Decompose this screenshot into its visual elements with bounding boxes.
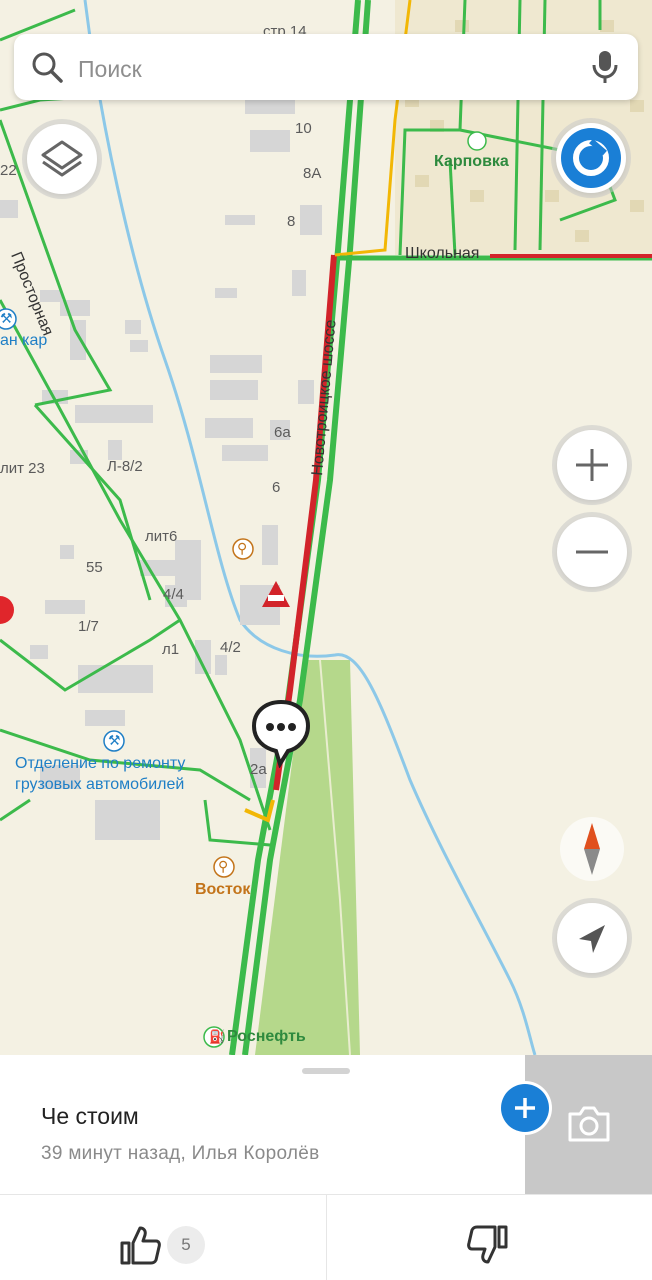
building-label: лит6 <box>145 528 178 545</box>
building-label: 55 <box>86 559 103 576</box>
fork-knife-icon: ⚲ <box>218 858 229 874</box>
assistant-icon <box>561 128 621 188</box>
minus-icon <box>576 550 608 554</box>
building-label: л1 <box>162 641 180 658</box>
like-count-badge: 5 <box>167 1226 205 1264</box>
post-title: Че стоим <box>41 1103 139 1129</box>
search-bar[interactable]: Поиск <box>14 34 638 100</box>
drag-handle[interactable] <box>302 1068 350 1074</box>
poi-label-truck-repair[interactable]: Отделение по ремонту <box>15 756 185 772</box>
plus-icon <box>515 1098 535 1118</box>
add-photo-button[interactable] <box>501 1084 549 1132</box>
building-label: 4/4 <box>163 586 184 603</box>
poi-label-truck-repair-line2[interactable]: грузовых автомобилей <box>15 777 184 793</box>
layers-button[interactable] <box>27 124 97 194</box>
compass-icon <box>584 823 600 875</box>
navigation-arrow-icon <box>579 925 605 953</box>
layers-icon <box>41 140 83 177</box>
street-label-shkolnaya: Школьная <box>405 245 480 262</box>
building-label: 10 <box>295 120 312 137</box>
my-location-button[interactable] <box>557 903 627 973</box>
building-label: 8А <box>303 165 322 182</box>
zoom-in-button[interactable] <box>557 430 627 500</box>
building-label: 6 <box>272 479 281 496</box>
post-meta: 39 минут назад, Илья Королёв <box>41 1143 320 1164</box>
map-view[interactable]: ⚲ ⚲ ⚒ ⚒ ⛽ стр 14 10 8А 8 22 Просторная К… <box>0 0 652 1055</box>
assistant-button[interactable] <box>556 123 626 193</box>
building-label: 4/2 <box>220 639 241 656</box>
wrench-icon: ⚒ <box>108 732 121 748</box>
building-label: лит 23 <box>0 460 45 477</box>
thumbs-up-icon <box>120 1226 161 1265</box>
poi-label-pan-kar[interactable]: ан кар <box>0 333 47 349</box>
fork-knife-icon: ⚲ <box>237 540 248 556</box>
building-label: 8 <box>287 213 296 230</box>
building-label: 1/7 <box>78 618 99 635</box>
dislike-button[interactable] <box>460 1215 520 1275</box>
building-label: 2а <box>250 761 267 778</box>
road-works-icon[interactable] <box>258 577 294 613</box>
search-icon[interactable] <box>31 51 63 83</box>
building-label: 22 <box>0 162 17 179</box>
poi-label-rosneft[interactable]: Роснефть <box>227 1029 306 1045</box>
map-canvas <box>0 0 652 1055</box>
poi-label-vostok[interactable]: Восток <box>195 882 250 898</box>
chat-bubble-marker-icon[interactable] <box>250 698 312 768</box>
thumbs-down-icon <box>467 1225 508 1264</box>
search-input[interactable]: Поиск <box>78 56 142 83</box>
building-label: Л-8/2 <box>107 458 143 475</box>
camera-icon <box>568 1106 610 1142</box>
post-card[interactable]: Че стоим 39 минут назад, Илья Королёв 5 <box>0 1055 652 1280</box>
wrench-icon: ⚒ <box>0 310 13 326</box>
divider <box>326 1195 327 1280</box>
compass-button[interactable] <box>560 817 624 881</box>
building-label: 6а <box>274 424 291 441</box>
fuel-icon: ⛽ <box>209 1029 226 1044</box>
zoom-out-button[interactable] <box>557 517 627 587</box>
village-label-karpovka: Карповка <box>434 153 509 170</box>
microphone-icon[interactable] <box>590 49 620 85</box>
plus-icon <box>576 449 608 481</box>
